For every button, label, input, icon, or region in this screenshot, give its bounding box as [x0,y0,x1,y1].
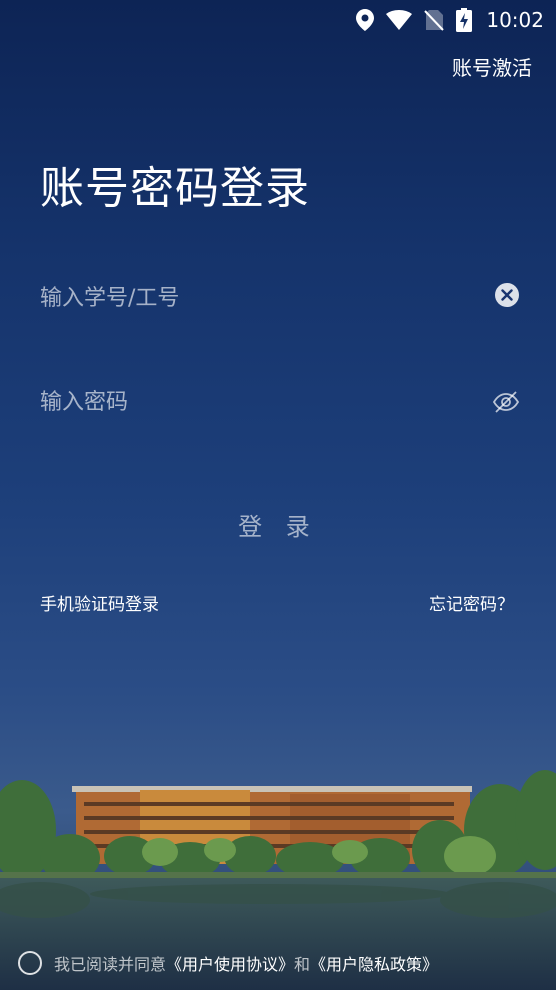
clear-icon[interactable] [494,282,520,308]
account-field [40,276,520,320]
password-field [40,380,520,424]
page-title: 账号密码登录 [40,163,310,214]
no-sim-icon [424,10,445,31]
password-input[interactable] [40,380,480,424]
battery-charging-icon [456,8,473,32]
login-button[interactable]: 登 录 [40,500,516,548]
account-input[interactable] [40,276,480,320]
agreement-checkbox[interactable] [18,951,42,975]
status-icons: 10:02 [356,6,544,34]
privacy-policy-link[interactable]: 《用户隐私政策》 [310,951,438,975]
location-icon [356,9,375,31]
status-bar: 10:02 [0,0,556,40]
sms-login-link[interactable]: 手机验证码登录 [40,590,159,615]
agreement-conjunction: 和 [294,955,311,974]
forgot-password-link[interactable]: 忘记密码？ [429,590,514,615]
agreement-prefix: 我已阅读并同意 [54,955,167,974]
account-activation-link[interactable]: 账号激活 [452,52,532,81]
status-time: 10:02 [486,8,544,32]
agreement-row: 我已阅读并同意 《用户使用协议》 和 《用户隐私政策》 [18,950,438,976]
user-agreement-link[interactable]: 《用户使用协议》 [166,951,294,975]
eye-off-icon[interactable] [492,388,520,416]
wifi-icon [386,10,413,30]
